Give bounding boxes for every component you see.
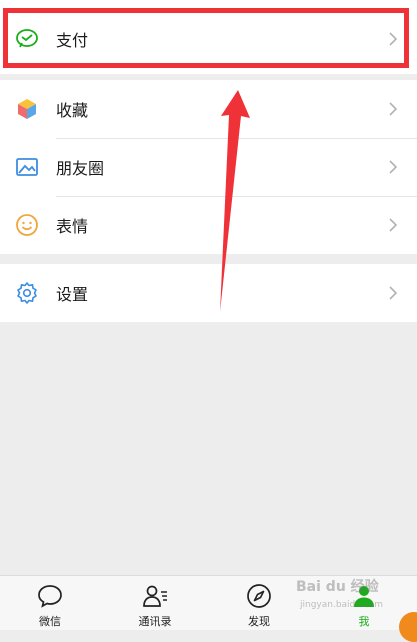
- menu-label-moments: 朋友圈: [56, 159, 105, 178]
- menu-label-favorites: 收藏: [56, 101, 89, 120]
- menu-item-favorites[interactable]: 收藏: [0, 80, 417, 138]
- cube-icon: [14, 96, 40, 122]
- tab-discover[interactable]: 发现: [224, 576, 294, 630]
- compass-icon: [247, 584, 271, 608]
- contacts-icon: [143, 585, 167, 607]
- watermark-sub: jingyan.baidu.com: [300, 600, 384, 610]
- tab-label-contacts: 通讯录: [138, 615, 172, 628]
- tab-label-chats: 微信: [39, 615, 61, 628]
- baidu-watermark: Bai du 经验 jingyan.baidu.com: [296, 576, 406, 610]
- tab-label-me: 我: [358, 615, 370, 628]
- corner-badge: [399, 612, 417, 642]
- menu-label-stickers: 表情: [56, 217, 89, 236]
- chevron-right-icon: [389, 218, 398, 232]
- menu-group-settings: 设置: [0, 264, 417, 322]
- watermark-text: Bai du 经验: [296, 579, 379, 595]
- chevron-right-icon: [389, 286, 398, 300]
- chevron-right-icon: [389, 102, 398, 116]
- tab-chats[interactable]: 微信: [15, 576, 85, 630]
- smiley-icon: [14, 212, 40, 238]
- chat-bubble-icon: [38, 585, 62, 608]
- photo-icon: [14, 154, 40, 180]
- menu-group-content: 收藏 朋友圈 表情: [0, 80, 417, 254]
- menu-item-moments[interactable]: 朋友圈: [0, 138, 417, 196]
- highlight-box: [3, 8, 409, 68]
- menu-label-settings: 设置: [56, 285, 89, 304]
- menu-item-settings[interactable]: 设置: [0, 264, 417, 322]
- tab-label-discover: 发现: [248, 615, 270, 628]
- gear-icon: [14, 280, 40, 306]
- chevron-right-icon: [389, 160, 398, 174]
- menu-item-stickers[interactable]: 表情: [0, 196, 417, 254]
- tab-contacts[interactable]: 通讯录: [120, 576, 190, 630]
